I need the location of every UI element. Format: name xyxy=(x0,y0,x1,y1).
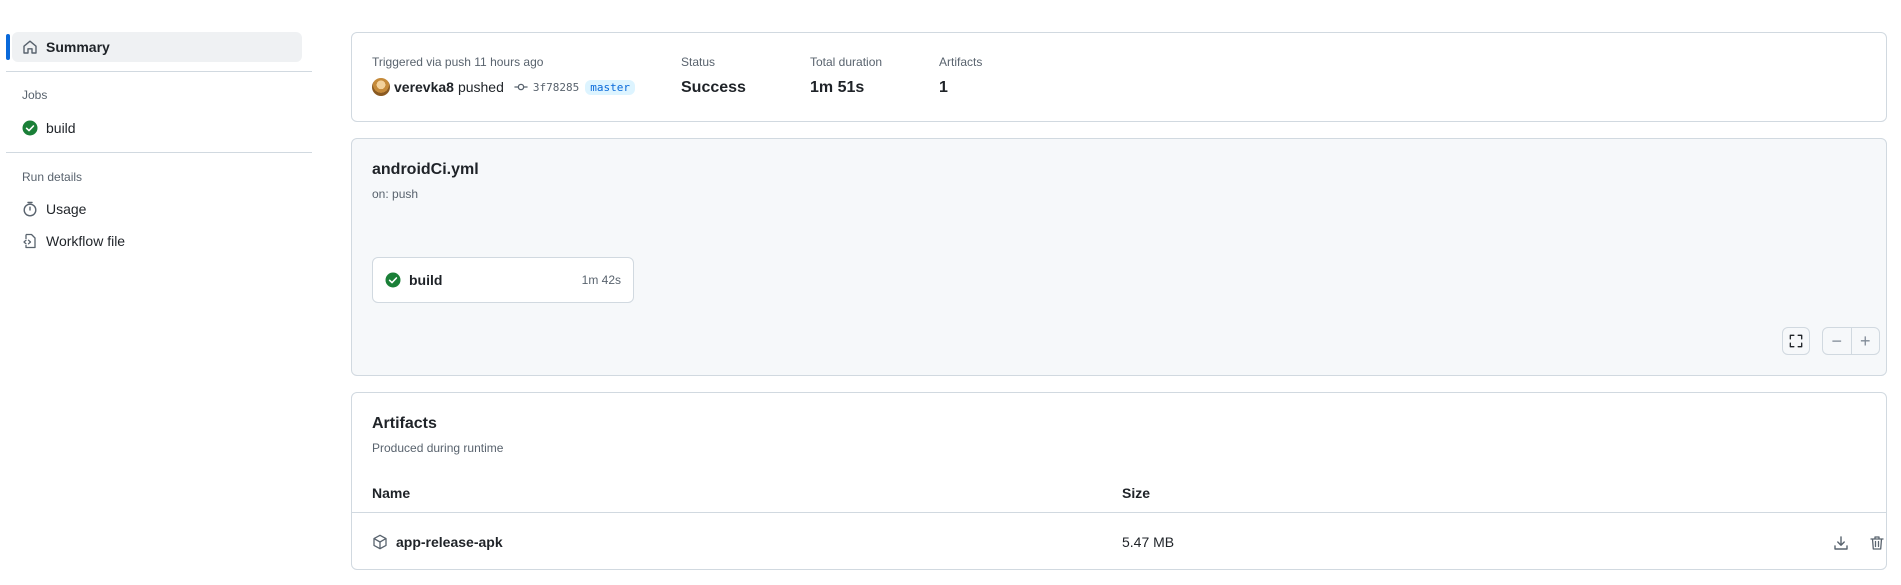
trigger-info: Triggered via push 11 hours ago verevka8… xyxy=(372,55,635,96)
job-name: build xyxy=(409,272,443,288)
duration-label: Total duration xyxy=(810,55,883,69)
status-value: Success xyxy=(681,79,746,96)
sidebar-item-label: Usage xyxy=(46,201,87,217)
column-header-name: Name xyxy=(372,485,411,501)
workflow-file-name: androidCi.yml xyxy=(372,161,479,178)
avatar[interactable] xyxy=(372,78,390,96)
branch-label[interactable]: master xyxy=(585,79,635,95)
sidebar-item-usage[interactable]: Usage xyxy=(12,194,302,224)
delete-button[interactable] xyxy=(1866,532,1888,554)
duration-section: Total duration 1m 51s xyxy=(810,55,882,97)
artifacts-subtitle: Produced during runtime xyxy=(372,441,504,455)
zoom-in-button[interactable]: + xyxy=(1852,328,1880,354)
stopwatch-icon xyxy=(22,201,38,217)
jobs-heading: Jobs xyxy=(22,88,48,102)
download-button[interactable] xyxy=(1830,532,1852,554)
sidebar-item-workflow-file[interactable]: Workflow file xyxy=(12,226,302,256)
artifact-size: 5.47 MB xyxy=(1122,534,1175,550)
user-link[interactable]: verevka8 xyxy=(394,79,454,95)
artifacts-count-label: Artifacts xyxy=(939,55,983,69)
trigger-text: Triggered via push 11 hours ago xyxy=(372,55,544,69)
workflow-graph-card: androidCi.yml on: push build 1m 42s − + xyxy=(351,138,1887,376)
check-circle-icon xyxy=(385,272,401,288)
git-commit-icon xyxy=(514,80,528,94)
artifacts-count-value[interactable]: 1 xyxy=(939,79,982,97)
job-duration: 1m 42s xyxy=(581,273,621,287)
check-circle-icon xyxy=(22,120,38,136)
artifact-name-link[interactable]: app-release-apk xyxy=(396,534,503,550)
fullscreen-icon xyxy=(1789,334,1803,348)
table-divider xyxy=(352,512,1886,513)
sidebar-item-label: Summary xyxy=(46,39,110,55)
artifacts-title: Artifacts xyxy=(372,415,437,432)
artifacts-count-section: Artifacts 1 xyxy=(939,55,982,97)
commit-sha-link[interactable]: 3f78285 xyxy=(533,81,579,94)
sidebar-divider xyxy=(6,71,312,72)
workflow-trigger: on: push xyxy=(372,187,419,201)
push-action-text: pushed xyxy=(457,79,504,95)
run-summary-card: Triggered via push 11 hours ago verevka8… xyxy=(351,32,1887,122)
sidebar-item-build[interactable]: build xyxy=(12,113,302,143)
sidebar: Summary Jobs build Run details Usage Wor… xyxy=(0,0,312,585)
sidebar-divider xyxy=(6,152,312,153)
zoom-controls: − + xyxy=(1822,327,1880,355)
status-label: Status xyxy=(681,55,716,69)
sidebar-item-label: Workflow file xyxy=(46,233,126,249)
sidebar-item-summary[interactable]: Summary xyxy=(12,32,302,62)
duration-value: 1m 51s xyxy=(810,79,865,96)
home-icon xyxy=(22,39,38,55)
fullscreen-button[interactable] xyxy=(1782,327,1810,355)
zoom-out-button[interactable]: − xyxy=(1823,328,1851,354)
download-icon xyxy=(1833,535,1849,551)
run-details-heading: Run details xyxy=(22,170,83,184)
file-code-icon xyxy=(22,233,38,249)
active-indicator xyxy=(6,34,10,60)
column-header-size: Size xyxy=(1122,485,1151,501)
package-icon xyxy=(372,534,388,550)
table-row: app-release-apk xyxy=(372,534,503,550)
trash-icon xyxy=(1869,535,1885,551)
status-section: Status Success xyxy=(681,55,746,97)
artifacts-card: Artifacts Produced during runtime Name S… xyxy=(351,392,1887,570)
sidebar-item-label: build xyxy=(46,120,76,136)
job-node-build[interactable]: build 1m 42s xyxy=(372,257,634,303)
